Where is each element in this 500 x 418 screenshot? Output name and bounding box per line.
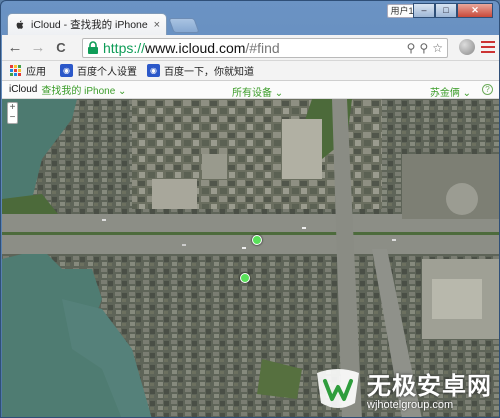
url-scheme: https:// bbox=[103, 40, 146, 56]
forward-button[interactable]: → bbox=[28, 38, 48, 58]
bookmark-label: 百度个人设置 bbox=[77, 67, 137, 78]
minimize-button[interactable]: – bbox=[413, 3, 435, 18]
reload-button[interactable]: C bbox=[51, 38, 71, 58]
back-arrow-icon: ← bbox=[7, 39, 23, 56]
user-menu[interactable]: 苏金俩 ⌄ bbox=[430, 84, 471, 99]
bookmark-baidu-settings[interactable]: ◉ 百度个人设置 bbox=[60, 63, 137, 78]
help-icon[interactable]: ? bbox=[482, 84, 493, 95]
url-path: /#find bbox=[245, 40, 280, 56]
baidu-paw-icon: ◉ bbox=[147, 64, 160, 77]
bookmark-label: 百度一下，你就知道 bbox=[164, 67, 254, 78]
close-window-button[interactable]: ✕ bbox=[457, 3, 493, 18]
zoom-out-button[interactable]: − bbox=[8, 113, 17, 123]
bookmark-label: 应用 bbox=[26, 67, 46, 78]
tab-title: iCloud - 查找我的 iPhone bbox=[31, 19, 148, 31]
apps-grid-icon bbox=[10, 65, 21, 76]
forward-arrow-icon: → bbox=[30, 39, 46, 56]
tab-close-icon[interactable]: × bbox=[154, 19, 160, 31]
extension-globe-icon[interactable] bbox=[459, 39, 475, 55]
toolbar: ← → C https://www.icloud.com/#find ⚲ ⚲ ☆ bbox=[2, 35, 499, 61]
watermark-text: 无极安卓网 wjhotelgroup.com bbox=[367, 366, 492, 411]
address-bar[interactable]: https://www.icloud.com/#find ⚲ ⚲ ☆ bbox=[82, 38, 448, 58]
device-location-pin[interactable] bbox=[240, 273, 250, 283]
all-devices-dropdown[interactable]: 所有设备 ⌄ bbox=[232, 84, 283, 99]
bookmarks-bar: 应用 ◉ 百度个人设置 ◉ 百度一下，你就知道 bbox=[2, 61, 499, 81]
browser-window: iCloud - 查找我的 iPhone × 用户1 – □ ✕ ← → C h… bbox=[0, 0, 500, 418]
baidu-paw-icon: ◉ bbox=[60, 64, 73, 77]
menu-icon[interactable] bbox=[481, 41, 495, 53]
omnibox-icons: ⚲ ⚲ ☆ bbox=[407, 41, 443, 55]
search-icon[interactable]: ⚲ bbox=[407, 41, 416, 55]
star-bookmark-icon[interactable]: ☆ bbox=[432, 41, 443, 55]
icloud-header: iCloud 查找我的 iPhone ⌄ 所有设备 ⌄ 苏金俩 ⌄ ? bbox=[2, 81, 499, 99]
watermark-title: 无极安卓网 bbox=[367, 373, 492, 400]
maximize-button[interactable]: □ bbox=[435, 3, 457, 18]
reload-icon: C bbox=[56, 40, 66, 55]
zoom-control: + − bbox=[7, 102, 18, 124]
tab-icloud[interactable]: iCloud - 查找我的 iPhone × bbox=[7, 13, 167, 35]
watermark-logo-icon bbox=[317, 368, 359, 408]
bookmark-baidu-home[interactable]: ◉ 百度一下，你就知道 bbox=[147, 63, 254, 78]
tab-strip: iCloud - 查找我的 iPhone × 用户1 – □ ✕ bbox=[1, 1, 499, 35]
app-switcher[interactable]: 查找我的 iPhone ⌄ bbox=[41, 82, 126, 97]
device-location-pin[interactable] bbox=[252, 235, 262, 245]
apple-icon bbox=[16, 20, 24, 29]
key-icon[interactable]: ⚲ bbox=[419, 41, 428, 55]
url-host: www.icloud.com bbox=[145, 40, 246, 56]
toolbar-right bbox=[459, 39, 495, 55]
lock-icon bbox=[88, 41, 98, 54]
bookmark-apps[interactable]: 应用 bbox=[10, 63, 46, 78]
watermark: 无极安卓网 wjhotelgroup.com bbox=[313, 366, 492, 411]
icloud-logo: iCloud bbox=[9, 84, 38, 95]
window-controls: – □ ✕ bbox=[413, 3, 493, 18]
new-tab-button[interactable] bbox=[168, 18, 200, 33]
back-button[interactable]: ← bbox=[5, 38, 25, 58]
